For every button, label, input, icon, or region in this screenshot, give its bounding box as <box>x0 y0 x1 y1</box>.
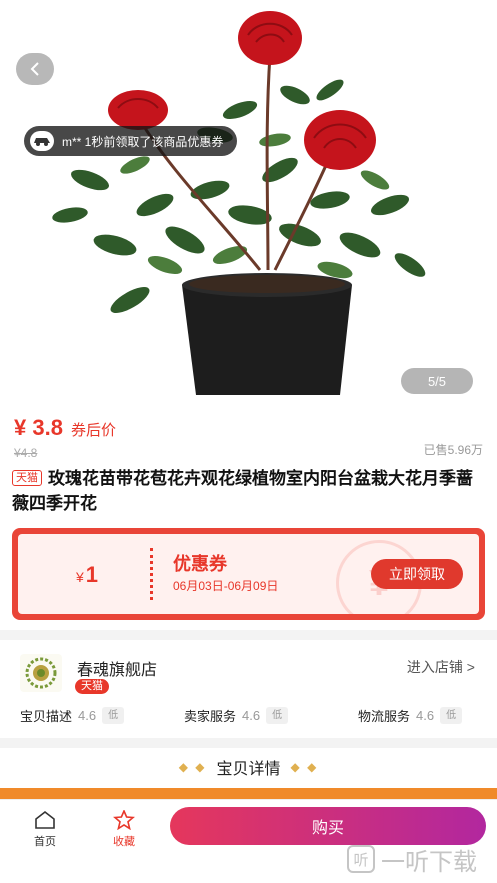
tab-home[interactable]: 首页 <box>20 810 70 849</box>
coupon-card[interactable]: ¥ 1 优惠券 06月03日-06月09日 ¥ 立即领取 <box>12 528 485 620</box>
star-icon <box>113 810 135 830</box>
product-image <box>52 11 426 395</box>
store-logo-icon <box>25 657 57 689</box>
rating-level: 低 <box>266 707 289 724</box>
store-logo[interactable] <box>20 654 62 692</box>
rating-logistics: 物流服务 4.6 低 <box>358 706 463 725</box>
rating-description: 宝贝描述 4.6 低 <box>20 706 125 725</box>
store-name[interactable]: 春魂旗舰店 <box>77 656 157 680</box>
section-divider <box>0 630 497 640</box>
platform-tag: 天猫 <box>12 470 42 486</box>
tab-home-label: 首页 <box>34 836 56 848</box>
rating-score: 4.6 <box>416 708 435 723</box>
rating-score: 4.6 <box>242 708 261 723</box>
price-row: ¥ 3.8 券后价 <box>14 415 116 441</box>
home-icon <box>35 810 55 829</box>
coupon-inner: ¥ 1 优惠券 06月03日-06月09日 ¥ 立即领取 <box>18 534 479 614</box>
claim-coupon-button[interactable]: 立即领取 <box>371 559 463 589</box>
decoration-left-icon: ◆ ◆ <box>178 760 207 774</box>
sold-count: 已售5.96万 <box>423 443 483 457</box>
car-avatar-icon <box>30 131 54 151</box>
price-label: 券后价 <box>70 422 116 439</box>
decoration-right-icon: ◆ ◆ <box>290 760 319 774</box>
coupon-value: ¥ 1 <box>76 562 98 588</box>
rating-service: 卖家服务 4.6 低 <box>184 706 289 725</box>
product-title-text: 玫瑰花苗带花苞花卉观花绿植物室内阳台盆栽大花月季蔷薇四季开花 <box>12 469 473 513</box>
current-price: ¥ 3.8 <box>14 415 63 440</box>
coupon-divider <box>150 548 153 600</box>
product-title: 天猫 玫瑰花苗带花苞花卉观花绿植物室内阳台盆栽大花月季蔷薇四季开花 <box>12 466 486 516</box>
store-ratings: 宝贝描述 4.6 低 卖家服务 4.6 低 物流服务 4.6 低 <box>0 706 497 730</box>
coupon-amount: 1 <box>85 562 99 587</box>
coupon-title: 优惠券 <box>173 554 227 574</box>
product-image-gallery[interactable]: m** 1秒前领取了该商品优惠券 5/5 <box>0 0 497 405</box>
detail-title: 宝贝详情 <box>216 761 281 778</box>
notice-text: m** 1秒前领取了该商品优惠券 <box>62 134 224 149</box>
tab-favorite[interactable]: 收藏 <box>99 810 149 849</box>
rating-level: 低 <box>440 707 463 724</box>
watermark-logo-icon: 听 <box>347 845 375 873</box>
image-page-indicator: 5/5 <box>401 368 473 394</box>
watermark: 听 一听下载 <box>337 835 497 883</box>
store-platform-tag: 天猫 <box>75 679 109 694</box>
original-price: ¥4.8 <box>14 446 38 460</box>
back-button[interactable] <box>16 53 54 85</box>
tab-favorite-label: 收藏 <box>113 836 135 848</box>
section-divider <box>0 738 497 748</box>
coupon-claim-notice: m** 1秒前领取了该商品优惠券 <box>24 126 238 156</box>
back-arrow-icon <box>30 62 39 76</box>
watermark-text: 一听下载 <box>381 848 477 876</box>
rating-label: 卖家服务 <box>184 709 237 724</box>
bottom-action-bar: 首页 收藏 购买 听 一听下载 <box>0 799 497 883</box>
detail-header: ◆ ◆ 宝贝详情 ◆ ◆ <box>0 755 497 779</box>
rating-label: 宝贝描述 <box>20 709 73 724</box>
enter-store-link[interactable]: 进入店铺 > <box>407 657 475 677</box>
coupon-currency: ¥ <box>76 569 84 585</box>
rating-level: 低 <box>102 707 125 724</box>
rating-label: 物流服务 <box>358 709 411 724</box>
coupon-date-range: 06月03日-06月09日 <box>173 579 279 593</box>
rating-score: 4.6 <box>78 708 97 723</box>
